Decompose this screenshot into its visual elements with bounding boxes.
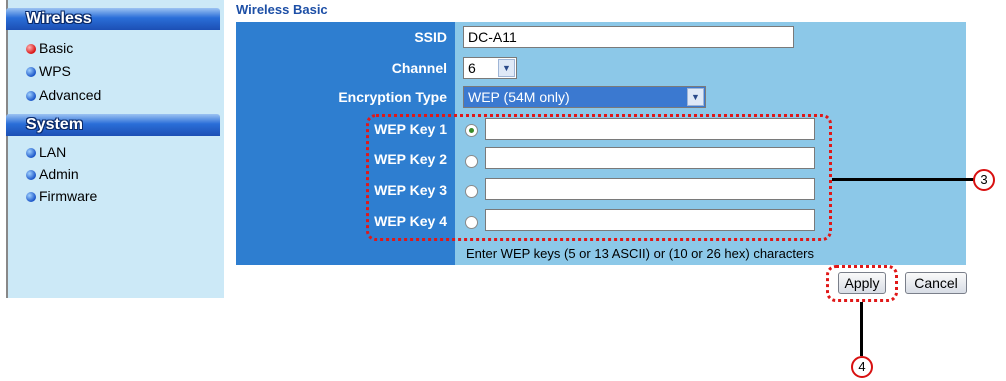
sidebar-item-label: WPS: [39, 63, 71, 79]
apply-highlight: [826, 265, 898, 302]
sidebar-item-basic[interactable]: Basic: [26, 39, 73, 57]
sidebar-item-admin[interactable]: Admin: [26, 165, 79, 183]
sidebar-item-label: Basic: [39, 40, 74, 56]
cancel-button[interactable]: Cancel: [905, 272, 967, 294]
encryption-type-select[interactable]: WEP (54M only) ▼: [463, 86, 706, 108]
bullet-icon: [26, 91, 36, 101]
sidebar-item-label: Admin: [39, 166, 79, 182]
wep-key-hint: Enter WEP keys (5 or 13 ASCII) or (10 or…: [466, 246, 815, 261]
bullet-icon: [26, 67, 36, 77]
wep-keys-highlight: [366, 114, 832, 241]
chevron-down-icon[interactable]: ▼: [687, 88, 704, 106]
bullet-icon: [26, 192, 36, 202]
sidebar-item-lan[interactable]: LAN: [26, 143, 66, 161]
channel-value: 6: [468, 60, 476, 76]
callout-4-marker: 4: [851, 356, 873, 378]
sidebar-section-wireless-header: Wireless: [6, 8, 220, 30]
channel-select[interactable]: 6 ▼: [463, 57, 517, 79]
ssid-label: SSID: [414, 29, 447, 45]
encryption-type-label: Encryption Type: [338, 89, 447, 105]
sidebar-item-firmware[interactable]: Firmware: [26, 187, 97, 205]
ssid-input[interactable]: DC-A11: [463, 26, 794, 48]
sidebar-item-advanced[interactable]: Advanced: [26, 86, 101, 104]
callout-3-marker: 3: [973, 169, 995, 191]
chevron-down-icon[interactable]: ▼: [498, 59, 515, 77]
sidebar-item-label: Advanced: [39, 87, 102, 103]
page-title: Wireless Basic: [236, 2, 328, 17]
sidebar-item-wps[interactable]: WPS: [26, 62, 71, 80]
sidebar-item-label: LAN: [39, 144, 67, 160]
encryption-type-value: WEP (54M only): [468, 89, 570, 105]
callout-4-line: [860, 302, 863, 356]
active-bullet-icon: [26, 44, 36, 54]
sidebar-item-label: Firmware: [39, 188, 98, 204]
bullet-icon: [26, 170, 36, 180]
callout-3-line: [832, 178, 976, 181]
sidebar-section-system-header: System: [6, 114, 220, 136]
bullet-icon: [26, 148, 36, 158]
channel-label: Channel: [391, 60, 447, 76]
